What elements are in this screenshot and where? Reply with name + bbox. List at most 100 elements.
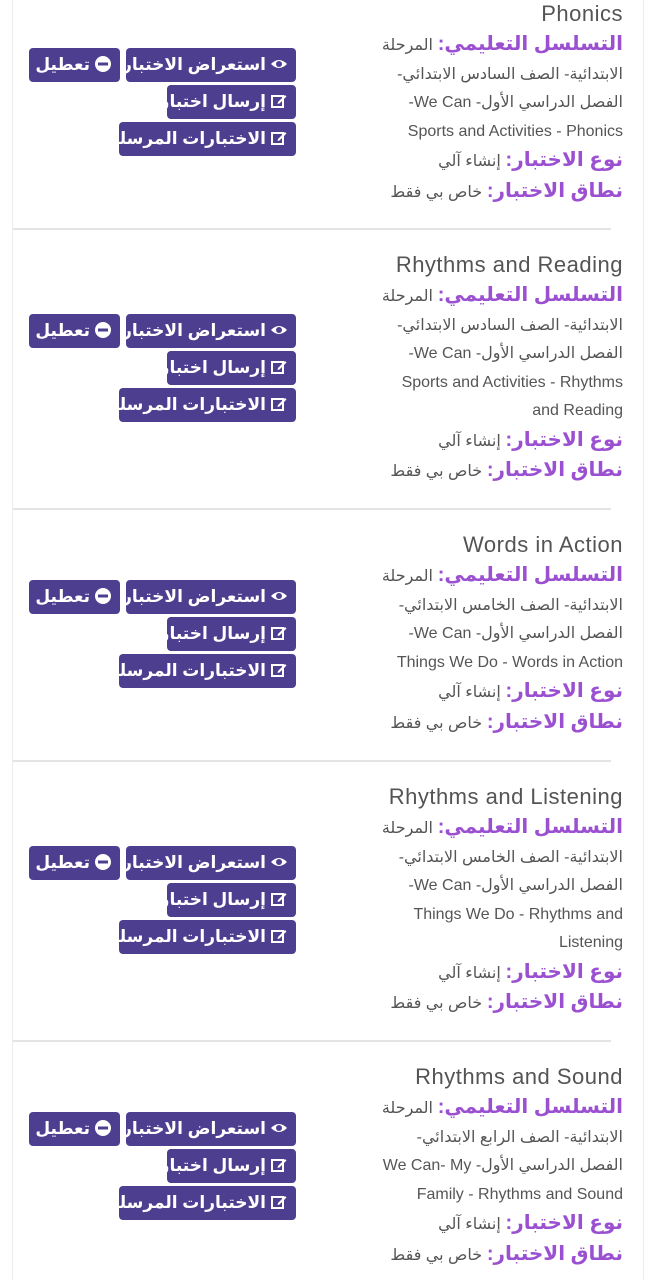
exam-scope-value: خاص بي فقط bbox=[390, 714, 483, 732]
hierarchy-value: Sports and Activities - Rhythms bbox=[401, 373, 623, 391]
hierarchy-value: الفصل الدراسي الأول- We Can- bbox=[408, 94, 623, 111]
edit-icon bbox=[271, 892, 287, 906]
exam-type-label: نوع الاختبار: bbox=[505, 1212, 623, 1234]
disable-button[interactable]: تعطيل bbox=[29, 314, 120, 348]
send-exam-button[interactable]: إرسال اختبار bbox=[160, 351, 296, 385]
hierarchy-label: التسلسل التعليمي: bbox=[437, 816, 623, 838]
edit-icon bbox=[271, 626, 287, 640]
hierarchy-value: الابتدائية- الصف الخامس الابتدائي- bbox=[398, 848, 623, 866]
exam-card-2-info: Words in Action التسلسل التعليمي: المرحل… bbox=[353, 531, 623, 738]
send-exam-button[interactable]: إرسال اختبار bbox=[160, 85, 296, 119]
sent-exams-button[interactable]: الاختبارات المرسلة bbox=[109, 920, 296, 954]
preview-exam-button[interactable]: استعراض الاختبار bbox=[122, 580, 296, 614]
hierarchy-value: المرحلة bbox=[381, 37, 433, 54]
exam-type-value: إنشاء آلي bbox=[438, 964, 501, 982]
exam-type-value: إنشاء آلي bbox=[438, 153, 501, 170]
hierarchy-label: التسلسل التعليمي: bbox=[437, 284, 623, 306]
edit-icon bbox=[271, 397, 287, 411]
exam-scope-value: خاص بي فقط bbox=[390, 463, 483, 480]
hierarchy-value: المرحلة bbox=[381, 568, 433, 585]
hierarchy-label: التسلسل التعليمي: bbox=[437, 1096, 623, 1118]
edit-icon bbox=[271, 663, 287, 677]
exam-title: Rhythms and Listening bbox=[388, 784, 623, 809]
exam-title: Phonics bbox=[541, 1, 623, 26]
exam-scope-label: نطاق الاختبار: bbox=[486, 710, 623, 733]
minus-circle-icon bbox=[95, 1119, 111, 1136]
exam-scope-value: خاص بي فقط bbox=[390, 995, 483, 1012]
edit-icon bbox=[271, 1158, 287, 1172]
exam-card-4-info: Rhythms and Sound التسلسل التعليمي: المر… bbox=[353, 1063, 623, 1270]
exam-type-value: إنشاء آلي bbox=[438, 684, 501, 701]
edit-icon bbox=[271, 1195, 287, 1209]
exam-list: Phonics التسلسل التعليمي: المرحلة الابتد… bbox=[12, 0, 644, 1280]
preview-exam-button[interactable]: استعراض الاختبار bbox=[122, 314, 296, 348]
send-exam-button[interactable]: إرسال اختبار bbox=[160, 617, 296, 651]
hierarchy-value: المرحلة bbox=[381, 820, 433, 837]
hierarchy-value: الفصل الدراسي الأول- We Can- bbox=[408, 625, 623, 642]
card-divider bbox=[13, 228, 611, 230]
hierarchy-value: Listening bbox=[558, 934, 623, 951]
preview-exam-button[interactable]: استعراض الاختبار bbox=[122, 1112, 296, 1146]
exam-scope-value: خاص بي فقط bbox=[390, 183, 483, 201]
hierarchy-value: الابتدائية- الصف الرابع الابتدائي- bbox=[416, 1128, 623, 1146]
exam-type-value: إنشاء آلي bbox=[438, 1216, 501, 1233]
exam-scope-value: خاص بي فقط bbox=[390, 1246, 483, 1264]
eye-icon bbox=[271, 591, 287, 600]
exam-title: Rhythms and Reading bbox=[395, 252, 623, 277]
preview-exam-button[interactable]: استعراض الاختبار bbox=[122, 846, 296, 880]
disable-button[interactable]: تعطيل bbox=[29, 846, 120, 880]
eye-icon bbox=[271, 857, 287, 866]
card-divider bbox=[13, 760, 611, 762]
hierarchy-value: الفصل الدراسي الأول- We Can- bbox=[408, 877, 623, 894]
hierarchy-value: Sports and Activities - Phonics bbox=[407, 122, 623, 140]
hierarchy-value: المرحلة bbox=[381, 288, 433, 305]
send-exam-button[interactable]: إرسال اختبار bbox=[160, 1149, 296, 1183]
edit-icon bbox=[271, 94, 287, 108]
exam-type-label: نوع الاختبار: bbox=[505, 428, 623, 451]
sent-exams-button[interactable]: الاختبارات المرسلة bbox=[109, 388, 296, 422]
eye-icon bbox=[271, 325, 287, 334]
edit-icon bbox=[271, 929, 287, 943]
minus-circle-icon bbox=[95, 321, 111, 338]
hierarchy-value: Things We Do - Rhythms and bbox=[413, 905, 623, 923]
minus-circle-icon bbox=[95, 587, 111, 604]
eye-icon bbox=[271, 1123, 287, 1132]
card-divider bbox=[13, 1040, 611, 1042]
hierarchy-label: التسلسل التعليمي: bbox=[437, 564, 623, 586]
card-divider bbox=[13, 508, 611, 510]
exam-scope-label: نطاق الاختبار: bbox=[486, 459, 623, 481]
exam-type-value: إنشاء آلي bbox=[438, 432, 501, 450]
sent-exams-button[interactable]: الاختبارات المرسلة bbox=[109, 1186, 296, 1220]
hierarchy-label: التسلسل التعليمي: bbox=[437, 33, 623, 55]
exam-title: Words in Action bbox=[463, 532, 623, 557]
minus-circle-icon bbox=[95, 853, 111, 870]
hierarchy-value: المرحلة bbox=[381, 1100, 433, 1117]
sent-exams-button[interactable]: الاختبارات المرسلة bbox=[109, 122, 296, 156]
preview-exam-button[interactable]: استعراض الاختبار bbox=[122, 48, 296, 82]
exam-type-label: نوع الاختبار: bbox=[505, 680, 623, 702]
exam-card-0-info: Phonics التسلسل التعليمي: المرحلة الابتد… bbox=[353, 0, 623, 207]
disable-button[interactable]: تعطيل bbox=[29, 1112, 120, 1146]
hierarchy-value: الفصل الدراسي الأول- We Can- bbox=[408, 345, 623, 362]
hierarchy-value: Things We Do - Words in Action bbox=[396, 653, 623, 671]
exam-scope-label: نطاق الاختبار: bbox=[486, 179, 623, 202]
hierarchy-value: الفصل الدراسي الأول- We Can- My bbox=[382, 1157, 623, 1174]
sent-exams-button[interactable]: الاختبارات المرسلة bbox=[109, 654, 296, 688]
hierarchy-value: Family - Rhythms and Sound bbox=[416, 1185, 623, 1203]
eye-icon bbox=[271, 59, 287, 68]
exam-type-label: نوع الاختبار: bbox=[505, 960, 623, 983]
exam-scope-label: نطاق الاختبار: bbox=[486, 1242, 623, 1265]
hierarchy-value: and Reading bbox=[532, 402, 623, 419]
exam-scope-label: نطاق الاختبار: bbox=[486, 991, 623, 1013]
disable-button[interactable]: تعطيل bbox=[29, 580, 120, 614]
exam-title: Rhythms and Sound bbox=[415, 1064, 623, 1089]
hierarchy-value: الابتدائية- الصف الخامس الابتدائي- bbox=[398, 596, 623, 614]
edit-icon bbox=[271, 131, 287, 145]
edit-icon bbox=[271, 360, 287, 374]
exam-card-1-info: Rhythms and Reading التسلسل التعليمي: ال… bbox=[353, 251, 623, 487]
send-exam-button[interactable]: إرسال اختبار bbox=[160, 883, 296, 917]
disable-button[interactable]: تعطيل bbox=[29, 48, 120, 82]
minus-circle-icon bbox=[95, 55, 111, 72]
hierarchy-value: الابتدائية- الصف السادس الابتدائي- bbox=[397, 65, 623, 83]
hierarchy-value: الابتدائية- الصف السادس الابتدائي- bbox=[397, 316, 623, 334]
